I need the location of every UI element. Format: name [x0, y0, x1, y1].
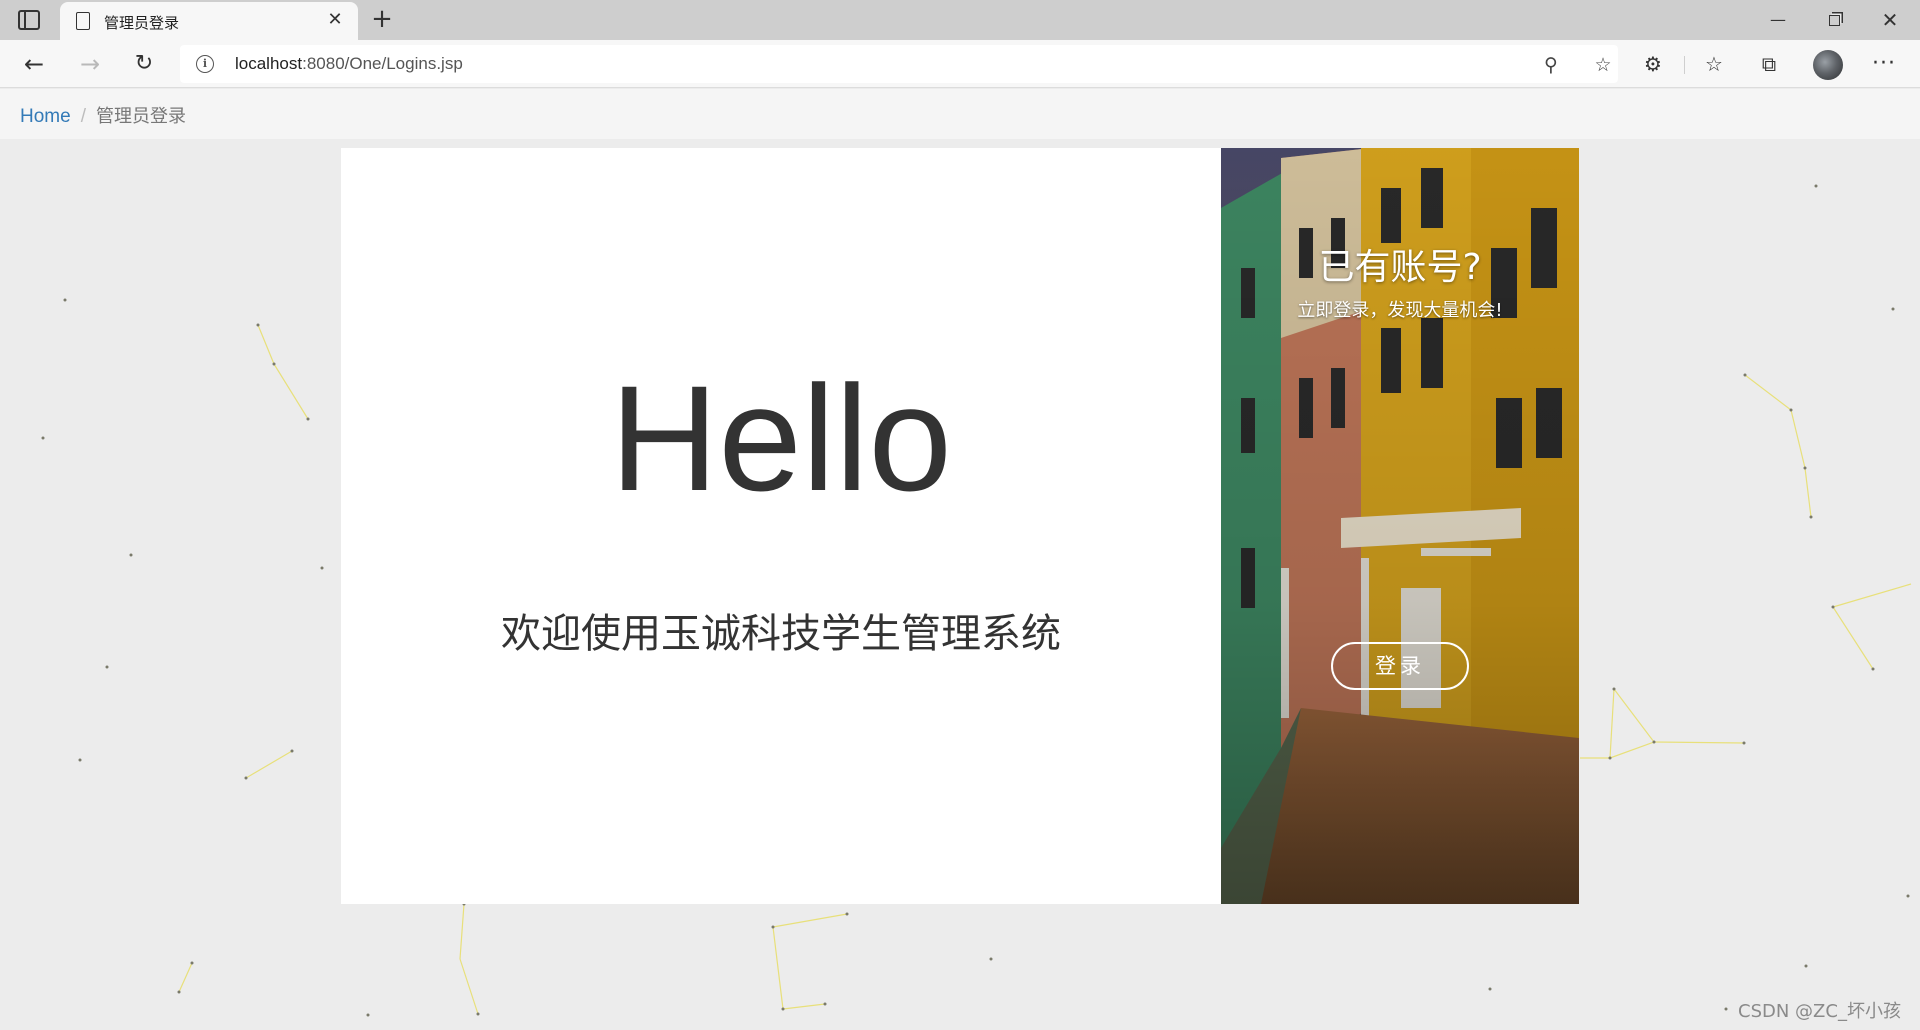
panel-title: 已有账号? [1318, 247, 1482, 288]
extensions-icon[interactable]: ⚙ [1637, 48, 1669, 80]
collections-icon[interactable]: ⧉ [1753, 48, 1785, 80]
forward-icon[interactable]: → [74, 48, 106, 80]
url-host: localhost [235, 54, 303, 73]
login-card: Hello 欢迎使用玉诚科技学生管理系统 已有账号? 立即登录，发现大量机会! … [341, 148, 1579, 904]
browser-tab[interactable]: 管理员登录 ✕ [60, 2, 358, 40]
close-icon[interactable]: ✕ [324, 9, 346, 31]
favorites-icon[interactable]: ☆ [1698, 48, 1730, 80]
hello-heading: Hello [610, 354, 952, 522]
back-icon[interactable]: ← [18, 48, 50, 80]
restore-icon[interactable] [1816, 6, 1852, 34]
more-icon[interactable]: ··· [1868, 48, 1900, 80]
site-info-icon[interactable]: i [196, 55, 214, 73]
window-close-icon[interactable]: ✕ [1872, 6, 1908, 34]
zoom-icon[interactable]: ⚲ [1538, 52, 1564, 78]
page-icon [76, 12, 90, 30]
tab-title: 管理员登录 [104, 14, 180, 32]
minimize-icon[interactable]: — [1760, 6, 1796, 34]
toolbar-divider [1684, 56, 1685, 74]
add-favorite-icon[interactable]: ☆ [1590, 52, 1616, 78]
profile-avatar-icon[interactable] [1813, 50, 1843, 80]
reload-icon[interactable]: ↻ [128, 48, 160, 80]
url-text[interactable]: localhost:8080/One/Logins.jsp [235, 54, 463, 74]
breadcrumb-home-link[interactable]: Home [20, 106, 71, 127]
welcome-text: 欢迎使用玉诚科技学生管理系统 [501, 611, 1061, 657]
side-photo-panel: 已有账号? 立即登录，发现大量机会! 登录 [1221, 148, 1579, 904]
page-body: Home / 管理员登录 Hello 欢迎使用玉诚科技学生管理系统 已有账号? … [0, 89, 1920, 1030]
panel-subtitle: 立即登录，发现大量机会! [1297, 300, 1503, 321]
tab-actions-icon[interactable] [18, 10, 40, 30]
browser-toolbar: ← → ↻ i localhost:8080/One/Logins.jsp ⚲ … [0, 40, 1920, 88]
breadcrumb-current: 管理员登录 [95, 106, 186, 127]
new-tab-icon[interactable]: + [368, 5, 396, 33]
breadcrumb: Home / 管理员登录 [0, 89, 1920, 139]
watermark: CSDN @ZC_坏小孩 [1738, 1001, 1901, 1022]
browser-tab-strip: 管理员登录 ✕ + — ✕ [0, 0, 1920, 40]
url-path: :8080/One/Logins.jsp [302, 54, 463, 73]
breadcrumb-separator: / [80, 106, 86, 127]
login-button[interactable]: 登录 [1331, 642, 1469, 690]
address-bar[interactable]: i localhost:8080/One/Logins.jsp ⚲ ☆ [180, 45, 1618, 83]
